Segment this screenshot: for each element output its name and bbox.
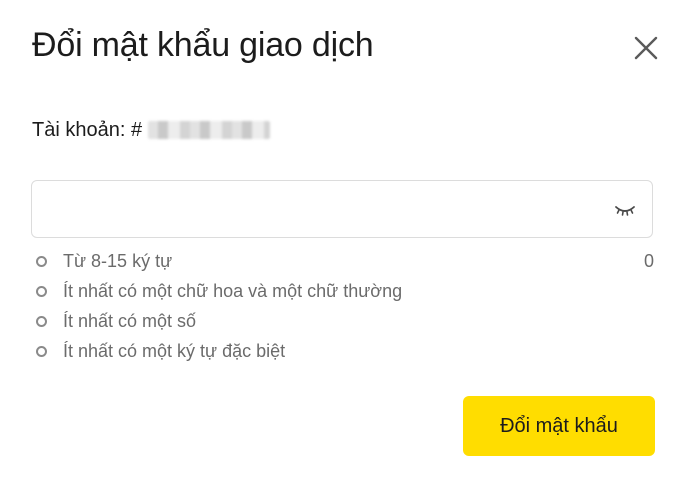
eye-closed-icon xyxy=(615,206,635,216)
rule-text: Từ 8-15 ký tự xyxy=(63,250,173,271)
close-button[interactable] xyxy=(628,30,664,66)
rule-bullet-icon xyxy=(36,315,47,327)
rule-bullet-icon xyxy=(36,345,47,357)
account-label: Tài khoản: # xyxy=(32,118,143,141)
password-rules: Từ 8-15 ký tự 0 Ít nhất có một chữ hoa v… xyxy=(36,246,656,366)
account-number-masked xyxy=(148,121,271,139)
account-row: Tài khoản: # xyxy=(32,118,271,142)
rule-text: Ít nhất có một số xyxy=(63,310,197,331)
rule-special-char: Ít nhất có một ký tự đặc biệt xyxy=(36,336,656,366)
password-field xyxy=(31,180,653,239)
toggle-password-visibility-button[interactable] xyxy=(610,199,640,221)
close-icon xyxy=(634,36,658,60)
change-password-button[interactable]: Đổi mật khẩu xyxy=(463,396,655,456)
rule-bullet-icon xyxy=(36,255,47,267)
dialog-title: Đổi mật khẩu giao dịch xyxy=(32,26,374,64)
password-input[interactable] xyxy=(46,181,610,239)
rule-digit: Ít nhất có một số xyxy=(36,306,656,336)
rule-length: Từ 8-15 ký tự 0 xyxy=(36,246,656,276)
rule-case: Ít nhất có một chữ hoa và một chữ thường xyxy=(36,276,656,306)
character-count: 0 xyxy=(643,250,654,271)
rule-bullet-icon xyxy=(36,285,47,297)
rule-text: Ít nhất có một chữ hoa và một chữ thường xyxy=(63,280,403,301)
change-password-dialog: Đổi mật khẩu giao dịch Tài khoản: # Từ 8… xyxy=(0,0,686,478)
rule-text: Ít nhất có một ký tự đặc biệt xyxy=(63,340,286,361)
